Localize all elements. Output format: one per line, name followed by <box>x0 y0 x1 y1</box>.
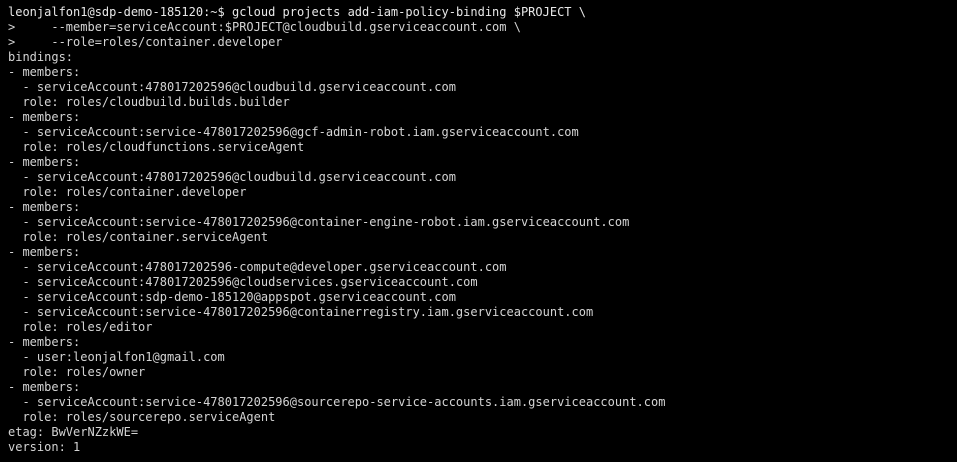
output-line: - members: <box>8 335 81 349</box>
output-line: role: roles/container.serviceAgent <box>8 230 269 244</box>
output-line: role: roles/cloudbuild.builds.builder <box>8 95 290 109</box>
output-line: - serviceAccount:service-478017202596@co… <box>8 215 630 229</box>
output-line: - members: <box>8 65 81 79</box>
etag-line: etag: BwVerNZzkWE= <box>8 425 139 439</box>
output-line: role: roles/owner <box>8 365 146 379</box>
output-line: - members: <box>8 380 81 394</box>
shell-prompt: leonjalfon1@sdp-demo-185120:~$ <box>8 5 225 19</box>
output-line: role: roles/editor <box>8 320 153 334</box>
output-line: - members: <box>8 110 81 124</box>
output-line: - serviceAccount:sdp-demo-185120@appspot… <box>8 290 456 304</box>
command-continuation-role: > --role=roles/container.developer <box>8 35 283 49</box>
output-line: bindings: <box>8 50 74 64</box>
output-line: - user:leonjalfon1@gmail.com <box>8 350 225 364</box>
command-text: gcloud projects add-iam-policy-binding $… <box>224 5 586 19</box>
output-line: - members: <box>8 155 81 169</box>
command-line: leonjalfon1@sdp-demo-185120:~$ gcloud pr… <box>8 5 957 20</box>
output-line: - serviceAccount:478017202596@cloudbuild… <box>8 170 456 184</box>
terminal-window[interactable]: leonjalfon1@sdp-demo-185120:~$ gcloud pr… <box>0 0 957 462</box>
output-line: - serviceAccount:478017202596@cloudbuild… <box>8 80 456 94</box>
output-line: role: roles/cloudfunctions.serviceAgent <box>8 140 305 154</box>
output-line: - serviceAccount:478017202596@cloudservi… <box>8 275 478 289</box>
output-line: - members: <box>8 200 81 214</box>
output-line: - members: <box>8 245 81 259</box>
output-line: - serviceAccount:service-478017202596@gc… <box>8 125 579 139</box>
command-continuation-member: > --member=serviceAccount:$PROJECT@cloud… <box>8 20 521 34</box>
output-line: role: roles/container.developer <box>8 185 247 199</box>
output-line: - serviceAccount:478017202596-compute@de… <box>8 260 507 274</box>
output-line: - serviceAccount:service-478017202596@so… <box>8 395 666 409</box>
output-line: role: roles/sourcerepo.serviceAgent <box>8 410 276 424</box>
version-line: version: 1 <box>8 440 81 454</box>
output-line: - serviceAccount:service-478017202596@co… <box>8 305 594 319</box>
